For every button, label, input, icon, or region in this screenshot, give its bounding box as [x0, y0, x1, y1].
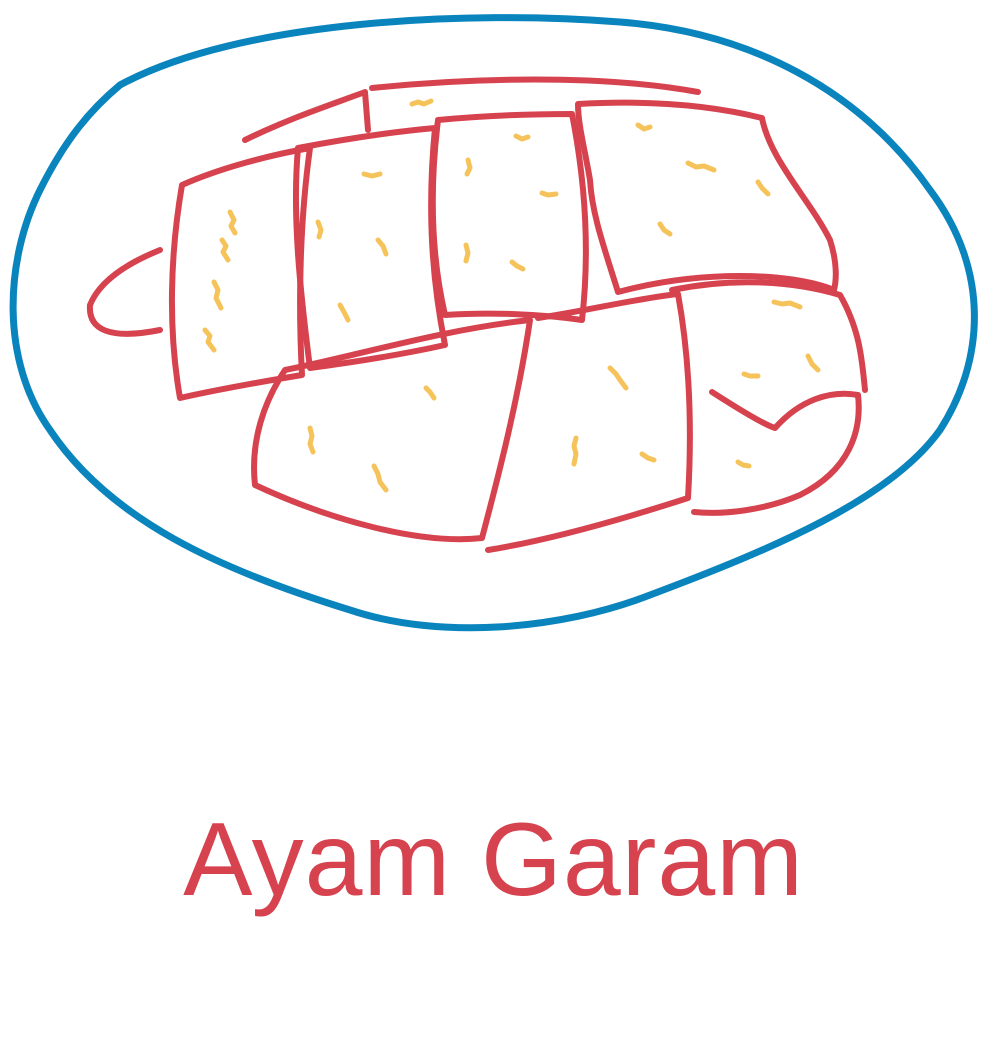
salted-chicken-illustration: [9, 14, 978, 632]
dish-name: Ayam Garam: [183, 802, 804, 918]
salted-chicken-icon: [86, 76, 868, 553]
